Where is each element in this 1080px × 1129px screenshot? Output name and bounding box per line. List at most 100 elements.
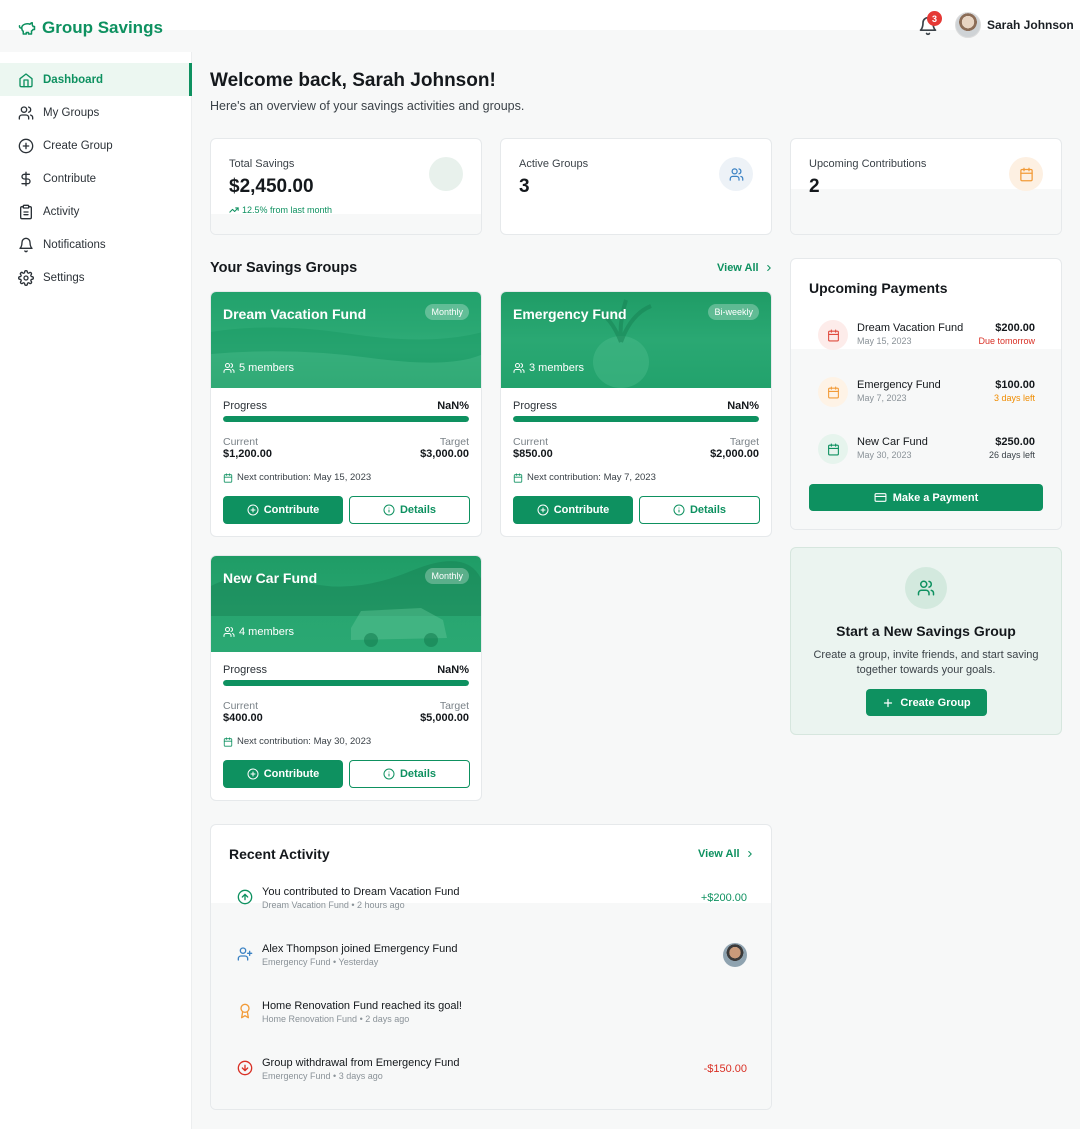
plus-icon [884,698,893,707]
payment-amount: $100.00 [995,379,1035,391]
sidebar-item-settings[interactable]: Settings [0,261,192,294]
target-label: Target [729,436,759,448]
active-groups-card: Active Groups 3 [500,138,772,235]
next-contribution-text: Next contribution: May 15, 2023 [237,472,372,483]
groups-section-title: Your Savings Groups [210,260,358,276]
sidebar-item-contribute[interactable]: Contribute [0,162,192,195]
group-card-dream-vacation[interactable]: Dream Vacation Fund Monthly 5 members Pr… [210,291,482,537]
current-amount: $850.00 [513,448,553,460]
details-button[interactable]: Details [349,496,470,524]
make-payment-button[interactable]: Make a Payment [809,484,1043,511]
payment-row[interactable]: New Car Fund May 30, 2023 $250.00 26 day… [809,434,1035,474]
progress-fill [513,416,759,422]
app-logo[interactable]: Group Savings [18,18,163,38]
contribute-label: Contribute [263,504,320,516]
groups-view-all-link[interactable]: View All [717,262,774,274]
sidebar-item-dashboard[interactable]: Dashboard [0,63,192,96]
details-button[interactable]: Details [639,496,760,524]
activity-item[interactable]: You contributed to Dream Vacation Fund D… [237,886,747,926]
activity-group: Emergency Fund [262,1071,331,1081]
group-name: Dream Vacation Fund [223,306,367,322]
sidebar-item-notifications[interactable]: Notifications [0,228,192,261]
next-contribution-text: Next contribution: May 30, 2023 [237,736,372,747]
contribute-label: Contribute [553,504,610,516]
activity-item[interactable]: Home Renovation Fund reached its goal! H… [237,1000,747,1040]
target-amount: $2,000.00 [710,448,759,460]
chevron-right-icon [766,264,771,272]
payment-due-status: 26 days left [988,450,1035,460]
details-label: Details [399,504,437,516]
page-title: Welcome back, Sarah Johnson! [210,70,496,91]
sidebar-item-activity[interactable]: Activity [0,195,192,228]
payment-row[interactable]: Emergency Fund May 7, 2023 $100.00 3 day… [809,377,1035,417]
payment-row[interactable]: Dream Vacation Fund May 15, 2023 $200.00… [809,320,1035,360]
activity-view-all-link[interactable]: View All [698,848,755,860]
contribute-label: Contribute [263,768,320,780]
sidebar-item-label: Settings [43,271,85,284]
view-all-label: View All [717,262,759,274]
activity-meta: Emergency Fund • Yesterday [262,957,379,967]
members-count: 3 members [529,362,585,374]
frequency-badge: Monthly [425,304,469,320]
user-avatar[interactable] [955,12,981,38]
progress-label: Progress [223,664,268,676]
current-amount: $1,200.00 [223,448,272,460]
sidebar-item-create-group[interactable]: Create Group [0,129,192,162]
frequency-badge: Monthly [425,568,469,584]
activity-time: 3 days ago [338,1071,383,1081]
savings-icon [429,157,463,191]
activity-item[interactable]: Alex Thompson joined Emergency Fund Emer… [237,943,747,983]
info-icon [383,504,395,516]
next-contribution: Next contribution: May 15, 2023 [223,472,371,483]
contribute-button[interactable]: Contribute [223,760,343,788]
details-label: Details [399,768,437,780]
activity-time: Yesterday [338,957,379,967]
activity-time: 2 hours ago [357,900,405,910]
view-all-label: View All [698,848,740,860]
payment-group-name: Emergency Fund [857,379,941,391]
sidebar-item-label: Dashboard [43,73,104,86]
progress-fill [223,680,469,686]
details-label: Details [689,504,727,516]
arrow-up-circle-icon [237,889,253,905]
details-button[interactable]: Details [349,760,470,788]
payment-icon [818,434,848,464]
new-group-title: Start a New Savings Group [836,623,1016,639]
calendar-icon [223,736,233,747]
users-icon [513,363,525,373]
create-group-label: Create Group [900,696,971,709]
clipboard-icon [20,204,32,219]
members-count: 5 members [239,362,295,374]
activity-group: Home Renovation Fund [262,1014,358,1024]
activity-meta: Dream Vacation Fund • 2 hours ago [262,900,405,910]
contribute-button[interactable]: Contribute [223,496,343,524]
page-subtitle: Here's an overview of your savings activ… [210,99,525,113]
stat-label: Upcoming Contributions [809,158,927,170]
progress-label: Progress [513,400,558,412]
group-members: 5 members [223,362,294,374]
activity-meta: Home Renovation Fund • 2 days ago [262,1014,410,1024]
activity-time: 2 days ago [365,1014,410,1024]
savings-trend: 12.5% from last month [229,205,332,215]
dollar-icon [21,171,31,186]
user-name[interactable]: Sarah Johnson [987,18,1074,32]
contribute-button[interactable]: Contribute [513,496,633,524]
target-amount: $3,000.00 [420,448,469,460]
chevron-right-icon [747,850,752,858]
sidebar-item-label: Notifications [43,238,106,251]
plus-circle-icon [247,504,259,516]
recent-activity-card: Recent Activity View All You contributed… [210,824,772,1110]
sidebar-item-my-groups[interactable]: My Groups [0,96,192,129]
calendar-icon [827,443,839,455]
payment-due-status: Due tomorrow [978,336,1035,346]
activity-title: Group withdrawal from Emergency Fund [262,1057,460,1069]
group-card-emergency-fund[interactable]: Emergency Fund Bi-weekly 3 members Progr… [500,291,772,537]
group-header-image: Emergency Fund Bi-weekly 3 members [501,292,771,388]
group-card-new-car[interactable]: New Car Fund Monthly 4 members Progress … [210,555,482,801]
payment-group-name: Dream Vacation Fund [857,322,964,334]
create-group-button[interactable]: Create Group [866,689,987,716]
stat-label: Active Groups [519,158,589,170]
activity-item[interactable]: Group withdrawal from Emergency Fund Eme… [237,1057,747,1097]
bell-icon [19,237,33,252]
progress-bar [513,416,759,422]
